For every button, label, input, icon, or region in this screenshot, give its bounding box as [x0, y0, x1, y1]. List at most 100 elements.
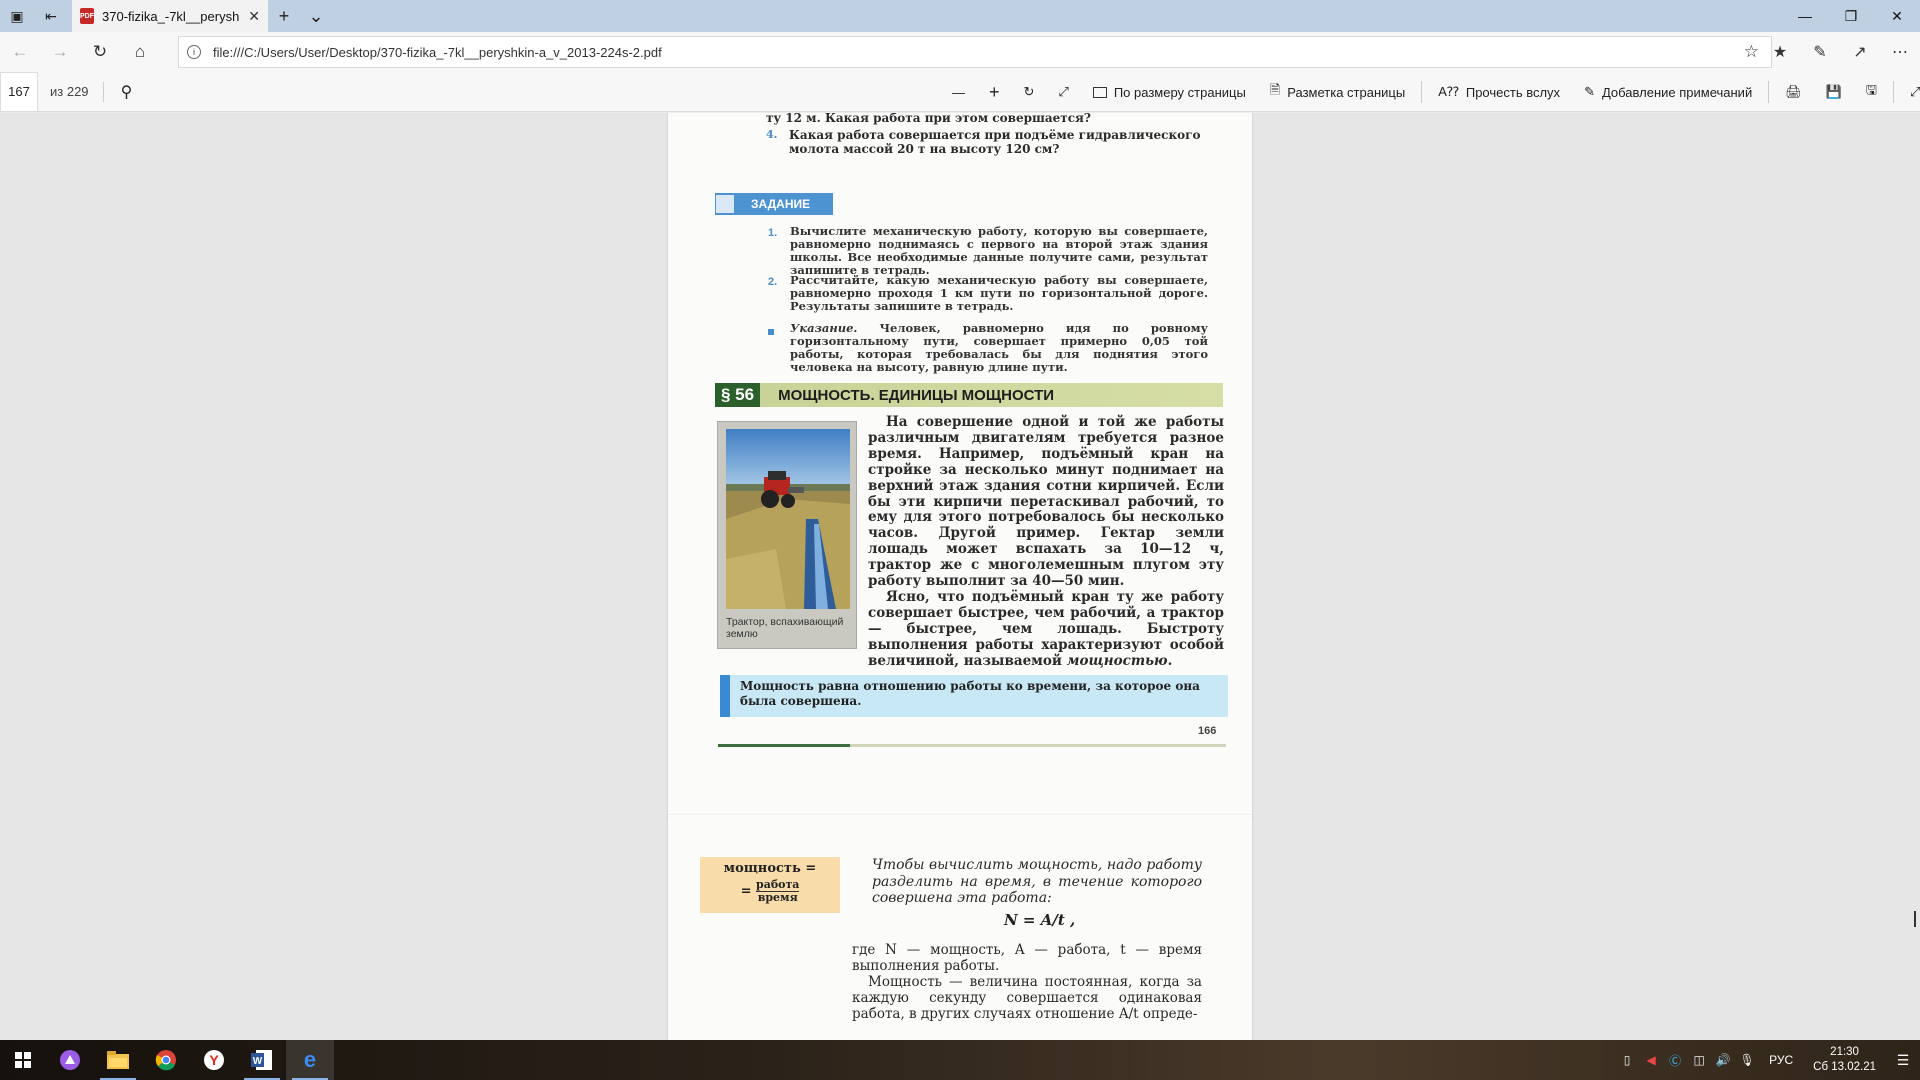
- paragraph-page2-1: где N — мощность, A — работа, t — время …: [852, 942, 1202, 974]
- search-icon[interactable]: ⚲: [104, 82, 150, 102]
- network-icon[interactable]: ◫: [1687, 1053, 1711, 1067]
- notifications-icon[interactable]: ☰: [1886, 1052, 1920, 1069]
- web-note-icon[interactable]: ✎: [1800, 32, 1840, 72]
- skype-icon[interactable]: Ⓒ: [1663, 1052, 1687, 1069]
- word-icon[interactable]: W: [238, 1040, 286, 1080]
- add-notes-button[interactable]: ✎ Добавление примечаний: [1572, 72, 1764, 112]
- set-aside-tabs-icon[interactable]: ⇤: [34, 0, 68, 32]
- favorite-star-icon[interactable]: ☆: [1744, 42, 1759, 62]
- formula-denominator: время: [757, 891, 798, 904]
- volume-icon[interactable]: 🔊: [1711, 1053, 1735, 1067]
- paragraph-2-term: мощностью: [1066, 652, 1168, 669]
- system-tray: ▯ ◀ Ⓒ ◫ 🔊 🎙 РУС 21:30 Сб 13.02.21 ☰: [1615, 1040, 1920, 1080]
- paragraph-page2: где N — мощность, A — работа, t — время …: [852, 942, 1202, 1022]
- question-3-tail: ту 12 м. Какая работа при этом совершает…: [766, 113, 1091, 125]
- pin-toolbar-icon[interactable]: ⤢: [1898, 72, 1920, 112]
- power-formula: N = A/t ,: [1004, 911, 1076, 929]
- language-indicator[interactable]: РУС: [1759, 1053, 1803, 1067]
- favorites-icon[interactable]: ★: [1760, 32, 1800, 72]
- share-icon[interactable]: ↗: [1840, 32, 1880, 72]
- clock-date: Сб 13.02.21: [1813, 1061, 1876, 1073]
- hint-bullet: [768, 329, 774, 335]
- tab-actions-icon[interactable]: ▣: [0, 0, 34, 32]
- scrollbar-thumb[interactable]: [1914, 911, 1916, 927]
- address-bar: ← → ↻ ⌂ i file:///C:/Users/User/Desktop/…: [0, 32, 1920, 72]
- paragraph-main: На совершение одной и той же работы разл…: [868, 414, 1224, 670]
- antivirus-icon[interactable]: ◀: [1639, 1053, 1663, 1067]
- tractor-photo: [726, 429, 850, 609]
- tab-pdf[interactable]: PDF 370-fizika_-7kl__peryshl ✕: [72, 0, 268, 32]
- title-bar: ▣ ⇤ PDF 370-fizika_-7kl__peryshl ✕ + ⌄ —…: [0, 0, 1920, 32]
- rotate-icon[interactable]: ↻: [1012, 72, 1047, 112]
- svg-text:e: e: [304, 1049, 316, 1071]
- fit-page-label: По размеру страницы: [1113, 84, 1246, 100]
- print-icon[interactable]: 🖨: [1773, 72, 1814, 112]
- fit-page-button[interactable]: По размеру страницы: [1081, 72, 1258, 112]
- read-aloud-button[interactable]: A⁇ Прочесть вслух: [1426, 72, 1572, 112]
- zoom-in-icon[interactable]: +: [977, 72, 1012, 112]
- toolbar-divider: [1421, 81, 1423, 103]
- forward-icon[interactable]: →: [40, 42, 80, 62]
- pdf-file-icon: PDF: [80, 8, 94, 24]
- task-icon: [715, 194, 735, 214]
- chrome-icon[interactable]: [142, 1040, 190, 1080]
- toolbar-divider: [1768, 81, 1770, 103]
- fullscreen-icon[interactable]: ⤢: [1046, 72, 1080, 112]
- task-2-text: Рассчитайте, какую механическую работу в…: [790, 273, 1208, 313]
- question-4-number: 4.: [766, 128, 778, 141]
- zoom-out-icon[interactable]: —: [940, 72, 977, 112]
- page-layout-label: Разметка страницы: [1287, 84, 1406, 100]
- italic-paragraph: Чтобы вычислить мощность, надо работу ра…: [872, 857, 1202, 906]
- url-text: file:///C:/Users/User/Desktop/370-fizika…: [213, 44, 662, 60]
- back-icon[interactable]: ←: [0, 42, 40, 62]
- formula-fraction: работа время: [756, 879, 800, 904]
- hint-text: Указание. Человек, равномерно идя по ров…: [790, 322, 1208, 374]
- task-badge: ЗАДАНИЕ: [715, 193, 833, 215]
- edge-icon[interactable]: e: [286, 1040, 334, 1080]
- start-button[interactable]: [0, 1040, 46, 1080]
- restore-icon[interactable]: ❐: [1828, 0, 1874, 32]
- new-tab-icon[interactable]: +: [268, 0, 300, 32]
- clock[interactable]: 21:30 Сб 13.02.21: [1803, 1045, 1886, 1075]
- task-1-number: 1.: [768, 227, 778, 239]
- yandex-browser-icon[interactable]: Y: [190, 1040, 238, 1080]
- question-4-text: Какая работа совершается при подъёме гид…: [789, 128, 1201, 156]
- file-explorer-icon[interactable]: [94, 1040, 142, 1080]
- more-menu-icon[interactable]: ⋯: [1880, 32, 1920, 72]
- fit-page-icon: [1092, 86, 1107, 98]
- section-number: § 56: [715, 383, 761, 407]
- tab-title: 370-fizika_-7kl__peryshl: [102, 8, 241, 24]
- clock-time: 21:30: [1830, 1046, 1859, 1058]
- device-icon[interactable]: ▯: [1615, 1053, 1639, 1067]
- minimize-icon[interactable]: —: [1782, 0, 1828, 32]
- page-layout-button[interactable]: 🗎 Разметка страницы: [1258, 72, 1417, 112]
- taskbar: Y W e ▯ ◀ Ⓒ ◫ 🔊 🎙 РУС 21:30 Сб 13.02.21 …: [0, 1040, 1920, 1080]
- pdf-viewport[interactable]: ту 12 м. Какая работа при этом совершает…: [0, 113, 1920, 1040]
- footer-line: [718, 744, 1226, 747]
- site-info-icon[interactable]: i: [187, 45, 201, 59]
- task-2-number: 2.: [768, 276, 778, 288]
- refresh-icon[interactable]: ↻: [80, 42, 120, 62]
- pdf-toolbar: 167 из 229 ⚲ — + ↻ ⤢ По размеру страницы…: [0, 71, 1920, 112]
- alice-assistant-icon[interactable]: [46, 1040, 94, 1080]
- formula-top: мощность =: [723, 861, 817, 876]
- photo-frame: Трактор, вспахивающий землю: [717, 421, 857, 649]
- home-icon[interactable]: ⌂: [120, 42, 160, 62]
- save-icon[interactable]: 💾: [1814, 72, 1854, 112]
- close-tab-icon[interactable]: ✕: [248, 8, 260, 25]
- microphone-icon[interactable]: 🎙: [1735, 1053, 1759, 1067]
- page-number-input[interactable]: 167: [0, 71, 38, 112]
- page-number: 166: [1198, 725, 1217, 737]
- section-header: § 56 МОЩНОСТЬ. ЕДИНИЦЫ МОЩНОСТИ: [715, 383, 1223, 407]
- read-aloud-icon: A⁇: [1438, 84, 1459, 99]
- task-label: ЗАДАНИЕ: [751, 197, 811, 211]
- footer-accent: [718, 744, 850, 747]
- tab-preview-chevron-icon[interactable]: ⌄: [300, 0, 332, 32]
- pdf-page: ту 12 м. Какая работа при этом совершает…: [668, 113, 1252, 818]
- paragraph-page2-2: Мощность — величина постоянная, когда за…: [852, 974, 1202, 1022]
- close-window-icon[interactable]: ✕: [1874, 0, 1920, 32]
- url-input[interactable]: i file:///C:/Users/User/Desktop/370-fizi…: [178, 36, 1772, 68]
- pen-icon: ✎: [1584, 84, 1595, 99]
- save-as-icon[interactable]: 🖫: [1854, 72, 1889, 112]
- add-notes-label: Добавление примечаний: [1601, 84, 1753, 100]
